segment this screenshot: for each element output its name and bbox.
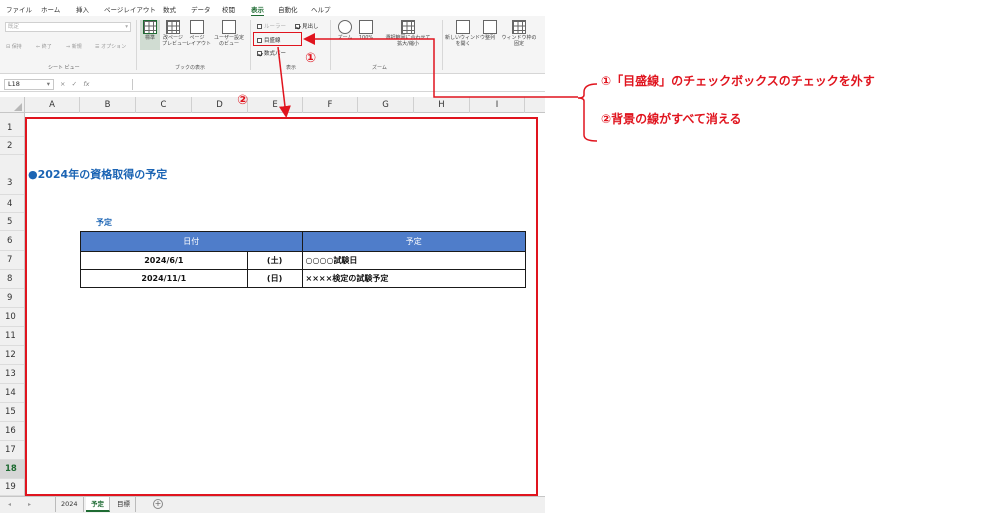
arrow-to-sheet (277, 46, 291, 118)
arrow-to-gridlines (303, 33, 578, 98)
step-2-text: ②背景の線がすべて消える (601, 112, 742, 126)
step-1-text: ①「目盛線」のチェックボックスのチェックを外す (601, 74, 875, 88)
callout-bracket (577, 83, 598, 142)
